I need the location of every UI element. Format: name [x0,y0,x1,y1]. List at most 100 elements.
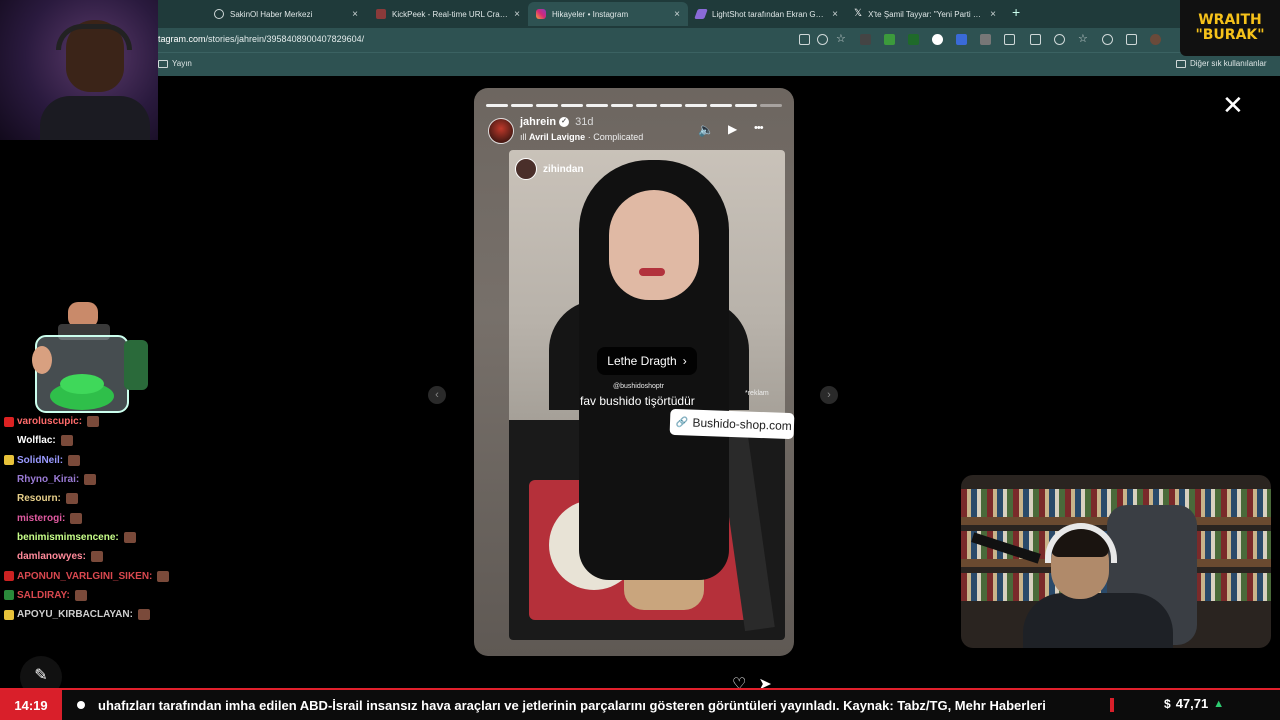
chevron-right-icon: › [682,354,687,368]
reshared-avatar [515,158,537,180]
bookmark-other-favorites[interactable]: Diğer sık kullanılanlar [1176,59,1266,68]
extension-icon[interactable] [980,34,991,45]
story-cta-button[interactable]: Lethe Dragth › [597,347,697,375]
progress-segment [760,104,783,107]
new-tab-button[interactable]: + [1012,4,1020,20]
story-progress [486,104,783,107]
puzzle-icon[interactable] [1004,34,1015,45]
streamer-body [1023,593,1173,648]
close-icon[interactable]: × [832,9,838,20]
chat-message: Wolflac: [4,431,204,450]
chat-username[interactable]: SALDIRAY: [17,590,70,601]
chat-badge-icon [4,590,14,601]
story-username-row: jahrein ✓ 31d [520,116,593,128]
more-options-icon[interactable]: ••• [754,122,764,134]
progress-segment [635,104,658,107]
extension-icon[interactable] [860,34,871,45]
next-story-button[interactable]: › [820,386,838,404]
reshared-user[interactable]: zihindan [515,158,584,180]
chat-username[interactable]: benimismimsencene: [17,532,119,543]
tab-kickpeek[interactable]: KickPeek - Real-time URL Crawler × [368,2,528,26]
collections-icon[interactable] [1126,34,1137,45]
x-logo-icon: 𝕏 [854,8,863,19]
verified-icon: ✓ [559,117,570,128]
extension-icon[interactable] [932,34,943,45]
heart-pulse-icon[interactable] [1102,34,1113,45]
chat-emote-icon [84,474,97,486]
progress-segment [486,104,508,107]
chat-badge-icon [4,571,14,582]
rate-value: 47,71 [1175,696,1209,711]
story-caption: fav bushido tişörtüdür [580,394,695,408]
url-field[interactable]: tagram.com/stories/jahrein/3958408900407… [158,34,364,44]
globe-icon [214,9,224,19]
extension-icon[interactable] [1054,34,1065,45]
extension-icon[interactable] [884,34,895,45]
cta-label: Lethe Dragth [607,354,677,368]
extension-icon[interactable] [908,34,919,45]
story-music[interactable]: ıll Avril Lavigne · Complicated [520,132,643,142]
webcam-guest [0,0,158,140]
folder-icon [158,59,168,68]
mention-handle[interactable]: @bushidoshoptr [613,383,664,390]
url-path: /stories/jahrein/3958408900407829604/ [205,34,365,44]
close-viewer-button[interactable]: ✕ [1222,92,1244,118]
guest-body [40,96,150,140]
tab-x[interactable]: 𝕏 X'te Şamil Tayyar: "Yeni Parti Genel × [846,2,1004,26]
trend-up-icon: ▲ [1213,697,1225,710]
chat-emote-icon [68,454,81,466]
profile-avatar[interactable] [1150,34,1161,45]
chat-username[interactable]: damlanowyes: [17,551,86,562]
tab-instagram[interactable]: Hikayeler • Instagram × [528,2,688,26]
bookmarks-bar: Yayın Diğer sık kullanılanlar [0,52,1280,76]
lips [639,268,665,276]
story-username[interactable]: jahrein [520,116,556,128]
chat-username[interactable]: Rhyno_Kirai: [17,474,79,485]
ticker-headline: uhafızları tarafından imha edilen ABD-İs… [98,698,1046,713]
tab-sakinol[interactable]: SakinOl Haber Merkezi × [206,2,366,26]
tab-lightshot[interactable]: LightShot tarafından Ekran Görün × [688,2,846,26]
stream-frame: SakinOl Haber Merkezi × KickPeek - Real-… [0,0,1280,720]
favorites-icon[interactable]: ☆ [1078,34,1089,45]
chat-badge-icon [4,493,14,504]
chat-username[interactable]: APOYU_KIRBACLAYAN: [17,609,133,620]
progress-segment [585,104,608,107]
play-icon[interactable]: ▶ [728,122,737,136]
music-bars-icon: ıll [520,132,529,142]
ticker-clock: 14:19 [0,690,62,720]
chat-username[interactable]: Resourn: [17,493,61,504]
chat-badge-icon [4,435,14,446]
chat-username[interactable]: varoluscupic: [17,416,82,427]
star-icon[interactable]: ☆ [836,34,847,45]
chat-username[interactable]: misterogi: [17,513,65,524]
chat-panel: varoluscupic: Wolflac: SolidNeil: Rhyno_Kir… [4,412,204,624]
close-icon[interactable]: × [514,9,520,20]
zoom-icon[interactable] [817,34,828,45]
brand-badge: WRAITH "BURAK" [1180,0,1280,56]
close-icon[interactable]: × [352,9,358,20]
story-avatar[interactable] [488,118,514,144]
prev-story-button[interactable]: ‹ [428,386,446,404]
headphones-icon [56,24,132,50]
chat-username[interactable]: Wolflac: [17,435,56,446]
ticker-separator [1110,698,1114,712]
tab-label: SakinOl Haber Merkezi [230,9,313,19]
close-icon[interactable]: × [674,9,680,20]
chat-message: SALDIRAY: [4,586,204,605]
story-header: jahrein ✓ 31d ıll Avril Lavigne · Complica… [488,116,784,148]
close-icon[interactable]: × [990,9,996,20]
bookmark-label: Diğer sık kullanılanlar [1190,59,1267,68]
link-sticker[interactable]: 🔗 Bushido-shop.com [669,408,795,440]
chat-username[interactable]: SolidNeil: [17,455,63,466]
mute-icon[interactable]: 🔈 [698,122,714,138]
app-grid-icon[interactable] [799,34,810,45]
brand-text-top: WRAITH [1198,12,1262,28]
progress-segment [710,104,733,107]
split-view-icon[interactable] [1030,34,1041,45]
chat-username[interactable]: APONUN_VARLGINI_SIKEN: [17,571,152,582]
tab-label: KickPeek - Real-time URL Crawler [392,9,509,19]
bookmark-yayin[interactable]: Yayın [158,59,192,68]
progress-segment [735,104,758,107]
extension-icon[interactable] [956,34,967,45]
tab-label: X'te Şamil Tayyar: "Yeni Parti Genel [868,9,985,19]
